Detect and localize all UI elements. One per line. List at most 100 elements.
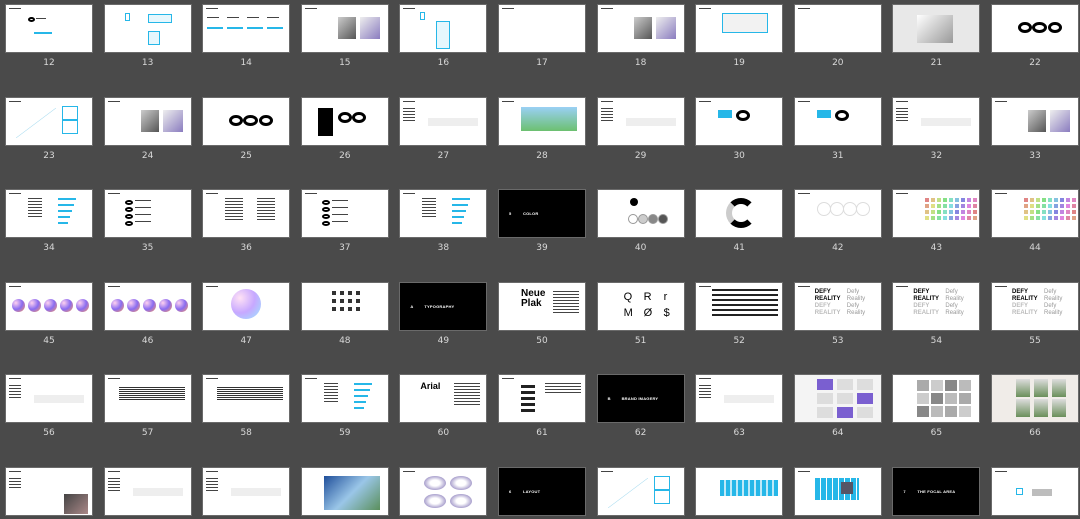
slide-preview[interactable] bbox=[399, 4, 488, 53]
slide-preview[interactable] bbox=[103, 281, 192, 331]
slide-preview[interactable] bbox=[202, 4, 291, 53]
slide-preview[interactable]: 6 LAYOUT bbox=[498, 467, 586, 516]
slide-thumbnail[interactable]: 44 bbox=[991, 189, 1079, 253]
slide-thumbnail[interactable]: 35 bbox=[103, 189, 192, 253]
slide-preview[interactable] bbox=[300, 4, 389, 53]
slide-thumbnail[interactable]: 57 bbox=[103, 374, 192, 438]
slide-preview[interactable] bbox=[5, 96, 93, 146]
slide-thumbnail[interactable]: 61 bbox=[498, 374, 586, 438]
slide-preview[interactable] bbox=[892, 96, 981, 146]
slide-preview[interactable] bbox=[793, 4, 882, 53]
slide-thumbnail[interactable]: Arial 60 bbox=[399, 374, 488, 438]
slide-preview[interactable] bbox=[596, 96, 685, 146]
slide-thumbnail[interactable]: 5 COLOR 39 bbox=[498, 189, 586, 253]
slide-thumbnail[interactable]: 16 bbox=[399, 4, 488, 68]
slide-thumbnail[interactable]: 66 bbox=[991, 374, 1079, 438]
slide-preview[interactable] bbox=[202, 281, 291, 331]
slide-thumbnail[interactable]: 29 bbox=[596, 96, 685, 161]
slide-thumbnail[interactable]: 25 bbox=[202, 96, 291, 161]
slide-thumbnail[interactable]: DEFY REALITY DEFY REALITY Defy Reality Defy Rea… bbox=[991, 281, 1079, 346]
slide-preview[interactable] bbox=[991, 96, 1079, 146]
slide-preview[interactable]: DEFY REALITY DEFY REALITY Defy Reality Defy Rea… bbox=[991, 281, 1079, 331]
slide-preview[interactable] bbox=[695, 467, 784, 516]
slide-preview[interactable]: B BRAND IMAGERY bbox=[596, 374, 685, 424]
slide-preview[interactable]: 5 COLOR bbox=[498, 189, 586, 239]
slide-thumbnail[interactable] bbox=[399, 467, 488, 516]
slide-preview[interactable] bbox=[103, 189, 192, 239]
slide-preview[interactable] bbox=[300, 96, 389, 146]
slide-preview[interactable] bbox=[793, 96, 882, 146]
slide-preview[interactable] bbox=[793, 374, 882, 424]
slide-preview[interactable] bbox=[300, 467, 389, 516]
slide-thumbnail[interactable]: 65 bbox=[892, 374, 981, 438]
slide-preview[interactable] bbox=[103, 467, 192, 516]
slide-thumbnail[interactable]: 24 bbox=[103, 96, 192, 161]
slide-thumbnail[interactable]: 13 bbox=[103, 4, 192, 68]
slide-thumbnail[interactable] bbox=[103, 467, 192, 516]
slide-preview[interactable] bbox=[596, 467, 685, 516]
slide-thumbnail[interactable]: 18 bbox=[596, 4, 685, 68]
slide-thumbnail[interactable]: 6 LAYOUT bbox=[498, 467, 586, 516]
slide-preview[interactable]: DEFY REALITY DEFY REALITY Defy Reality Defy Rea… bbox=[892, 281, 981, 331]
slide-thumbnail[interactable]: 14 bbox=[202, 4, 291, 68]
slide-thumbnail[interactable]: 26 bbox=[300, 96, 389, 161]
slide-preview[interactable] bbox=[399, 189, 488, 239]
slide-preview[interactable] bbox=[399, 96, 488, 146]
slide-thumbnail[interactable]: DEFY REALITY DEFY REALITY Defy Reality Defy Rea… bbox=[793, 281, 882, 346]
slide-preview[interactable] bbox=[300, 189, 389, 239]
slide-thumbnail[interactable]: 52 bbox=[695, 281, 784, 346]
slide-preview[interactable] bbox=[5, 374, 93, 424]
slide-thumbnail[interactable] bbox=[300, 467, 389, 516]
slide-preview[interactable] bbox=[498, 96, 586, 146]
slide-thumbnail[interactable] bbox=[202, 467, 291, 516]
slide-thumbnail[interactable]: Q Rr M Ø $51 bbox=[596, 281, 685, 346]
slide-preview[interactable]: A TYPOGRAPHY bbox=[399, 281, 488, 331]
slide-thumbnail[interactable]: 27 bbox=[399, 96, 488, 161]
slide-thumbnail[interactable]: 64 bbox=[793, 374, 882, 438]
slide-thumbnail[interactable]: 48 bbox=[300, 281, 389, 346]
slide-thumbnail[interactable]: 32 bbox=[892, 96, 981, 161]
slide-thumbnail[interactable]: DEFY REALITY DEFY REALITY Defy Reality Defy Rea… bbox=[892, 281, 981, 346]
slide-thumbnail[interactable]: 56 bbox=[5, 374, 93, 438]
slide-thumbnail[interactable]: Neue Plak 50 bbox=[498, 281, 586, 346]
slide-preview[interactable]: Neue Plak bbox=[498, 281, 586, 331]
slide-preview[interactable] bbox=[5, 281, 93, 331]
slide-thumbnail[interactable] bbox=[596, 467, 685, 516]
slide-thumbnail[interactable]: 22 bbox=[991, 4, 1079, 68]
slide-preview[interactable] bbox=[991, 467, 1079, 516]
slide-preview[interactable] bbox=[695, 374, 784, 424]
slide-thumbnail[interactable] bbox=[793, 467, 882, 516]
slide-thumbnail[interactable]: 12 bbox=[5, 4, 93, 68]
slide-thumbnail[interactable] bbox=[991, 467, 1079, 516]
slide-preview[interactable] bbox=[991, 374, 1079, 424]
slide-preview[interactable] bbox=[202, 374, 291, 424]
slide-preview[interactable] bbox=[5, 467, 93, 516]
slide-preview[interactable]: Arial bbox=[399, 374, 488, 424]
slide-thumbnail[interactable]: 58 bbox=[202, 374, 291, 438]
slide-thumbnail[interactable]: 42 bbox=[793, 189, 882, 253]
slide-preview[interactable]: DEFY REALITY DEFY REALITY Defy Reality Defy Rea… bbox=[793, 281, 882, 331]
slide-thumbnail[interactable]: 28 bbox=[498, 96, 586, 161]
slide-thumbnail[interactable]: 63 bbox=[695, 374, 784, 438]
slide-thumbnail[interactable]: 19 bbox=[695, 4, 784, 68]
slide-thumbnail[interactable]: 17 bbox=[498, 4, 586, 68]
slide-preview[interactable] bbox=[991, 189, 1079, 239]
slide-preview[interactable] bbox=[695, 4, 784, 53]
slide-thumbnail[interactable] bbox=[5, 467, 93, 516]
slide-preview[interactable] bbox=[399, 467, 488, 516]
slide-preview[interactable] bbox=[103, 96, 192, 146]
slide-thumbnail[interactable]: A TYPOGRAPHY 49 bbox=[399, 281, 488, 346]
slide-preview[interactable] bbox=[793, 189, 882, 239]
slide-thumbnail[interactable]: 30 bbox=[695, 96, 784, 161]
slide-thumbnail[interactable]: 34 bbox=[5, 189, 93, 253]
slide-preview[interactable] bbox=[300, 281, 389, 331]
slide-preview[interactable] bbox=[498, 4, 586, 53]
slide-thumbnail[interactable]: 23 bbox=[5, 96, 93, 161]
slide-preview[interactable] bbox=[596, 189, 685, 239]
slide-preview[interactable] bbox=[300, 374, 389, 424]
slide-preview[interactable] bbox=[991, 4, 1079, 53]
slide-thumbnail[interactable] bbox=[695, 467, 784, 516]
slide-preview[interactable] bbox=[202, 96, 291, 146]
slide-thumbnail[interactable]: 46 bbox=[103, 281, 192, 346]
slide-preview[interactable] bbox=[5, 189, 93, 239]
